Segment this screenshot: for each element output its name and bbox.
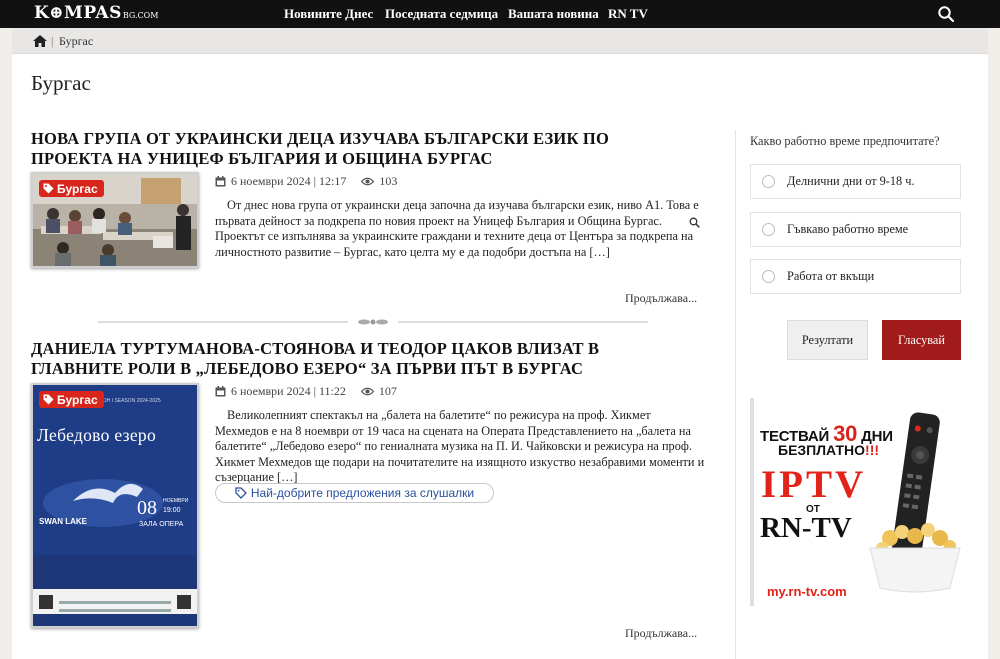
- poll-question: Какво работно време предпочитате?: [750, 134, 940, 148]
- eye-icon: [360, 387, 374, 396]
- poster-venue: ЗАЛА ОПЕРА: [139, 521, 184, 528]
- radio-button[interactable]: [762, 223, 775, 236]
- article-meta: 6 ноември 2024 | 12:17 103: [215, 174, 397, 189]
- breadcrumb-current: Бургас: [59, 34, 94, 48]
- nav-item-your-news[interactable]: Вашата новина: [508, 0, 599, 28]
- tag-icon: [43, 183, 54, 194]
- poll-option-weekdays[interactable]: Делнични дни от 9-18 ч.: [750, 164, 961, 199]
- poll-option-label: Делнични дни от 9-18 ч.: [787, 174, 915, 188]
- article-title[interactable]: Нова група от украински деца изучава бъл…: [31, 129, 631, 169]
- results-button[interactable]: Резултати: [787, 320, 868, 360]
- poll-option-label: Работа от вкъщи: [787, 269, 875, 283]
- home-icon[interactable]: [33, 35, 47, 47]
- nav-item-last-week[interactable]: Поседната седмица: [385, 0, 498, 28]
- poll-option-remote[interactable]: Работа от вкъщи: [750, 259, 961, 294]
- radio-button[interactable]: [762, 175, 775, 188]
- vote-button[interactable]: Гласувай: [882, 320, 961, 360]
- article-views: 107: [378, 384, 397, 398]
- article-thumbnail[interactable]: СЕЗОН I SEASON 2024-2025 Лебедово езеро …: [31, 383, 199, 628]
- magnifier-icon[interactable]: [689, 217, 700, 228]
- article-date: 6 ноември 2024 | 12:17: [231, 174, 347, 188]
- banner-url: my.rn-tv.com: [767, 584, 847, 599]
- top-navigation-bar: K⊕MPASBG.COM Новините Днес Поседната сед…: [0, 0, 1000, 28]
- breadcrumb: | Бургас: [12, 28, 988, 54]
- search-icon[interactable]: [937, 5, 955, 23]
- article-views: 103: [379, 174, 398, 188]
- eye-icon: [361, 177, 375, 186]
- category-tag[interactable]: Бургас: [39, 180, 104, 197]
- logo-suffix: BG.COM: [122, 11, 159, 20]
- poll-option-flexible[interactable]: Гъвкаво работно време: [750, 212, 961, 247]
- main-content: | Бургас Бургас Нова група от украински …: [12, 28, 988, 659]
- poster-month: НОЕМВРИ: [163, 498, 189, 504]
- read-more-link[interactable]: Продължава...: [625, 291, 697, 306]
- article-meta: 6 ноември 2024 | 11:22 107: [215, 384, 397, 399]
- read-more-link[interactable]: Продължава...: [625, 626, 697, 641]
- breadcrumb-separator: |: [51, 34, 54, 48]
- sidebar-divider: [735, 130, 736, 659]
- banner-exclamation: !!!: [865, 442, 880, 458]
- category-tag-label: Бургас: [57, 392, 98, 407]
- article-title[interactable]: Даниела Туртуманова-Стоянова и Теодор Ца…: [31, 339, 631, 379]
- poll-option-label: Гъвкаво работно време: [787, 222, 909, 236]
- poster-title: Лебедово езеро: [37, 425, 157, 445]
- article-excerpt: От днес нова група от украински деца зап…: [215, 198, 699, 259]
- ad-suggestion-link[interactable]: Най-добрите предложения за слушалки: [215, 483, 494, 503]
- banner-headline-2: БЕЗПЛАТНО!!!: [778, 442, 879, 458]
- radio-button[interactable]: [762, 270, 775, 283]
- banner-rntv: RN-TV: [760, 512, 852, 544]
- poster-day: 08: [137, 497, 157, 519]
- banner-free-label: БЕЗПЛАТНО: [778, 442, 866, 458]
- ad-suggestion-label: Най-добрите предложения за слушалки: [250, 486, 475, 500]
- poster-swan-lake: SWAN LAKE: [39, 517, 87, 526]
- article-excerpt: Великолепният спектакъл на „балета на ба…: [215, 408, 705, 484]
- nav-item-rn-tv[interactable]: RN TV: [608, 0, 648, 28]
- ornament-divider: [98, 319, 648, 325]
- banner-iptv: IPTV: [761, 463, 867, 506]
- article-date: 6 ноември 2024 | 11:22: [231, 384, 346, 398]
- page-title: Бургас: [31, 71, 91, 95]
- calendar-icon: [215, 176, 226, 187]
- article-thumbnail[interactable]: Бургас: [31, 172, 199, 268]
- site-logo[interactable]: K⊕MPASBG.COM: [34, 3, 158, 26]
- poster-time: 19:00: [163, 507, 181, 514]
- logo-text: K⊕MPAS: [34, 3, 122, 23]
- category-tag[interactable]: Бургас: [39, 391, 104, 408]
- iptv-ad-banner[interactable]: ТЕСТВАЙ 30 ДНИ БЕЗПЛАТНО!!! IPTV ОТ RN-T…: [750, 398, 961, 606]
- calendar-icon: [215, 386, 226, 397]
- tag-outline-icon: [235, 487, 247, 499]
- opera-poster: [33, 385, 197, 626]
- nav-item-news-today[interactable]: Новините Днес: [284, 0, 373, 28]
- category-tag-label: Бургас: [57, 181, 98, 196]
- tag-icon: [43, 394, 54, 405]
